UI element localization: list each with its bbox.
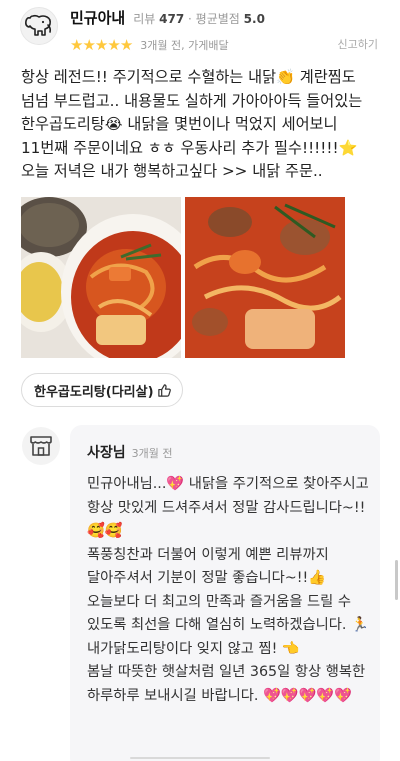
reviewer-info: 민규아내 리뷰 477 · 평균별점 5.0 — [70, 7, 265, 28]
report-button[interactable]: 신고하기 — [338, 36, 378, 52]
elephant-icon — [25, 14, 52, 36]
home-indicator — [130, 757, 270, 759]
review-photo-2[interactable] — [185, 197, 345, 358]
review-meta: 3개월 전, 가게배달 — [140, 38, 229, 52]
review-photo-1[interactable] — [21, 197, 181, 358]
review-photos — [21, 197, 345, 358]
owner-reply-text: 민규아내님...💖 내닭을 주기적으로 찾아주시고 항상 맛있게 드셔주셔서 정… — [87, 476, 369, 704]
review-header: 민규아내 리뷰 477 · 평균별점 5.0 ★★★★★ 3개월 전, 가게배달… — [20, 5, 385, 55]
food-photo-icon — [185, 197, 345, 358]
star-rating: ★★★★★ — [70, 35, 133, 54]
avg-rating-label: 평균별점 — [195, 12, 240, 26]
star-icon: ★ — [82, 36, 95, 54]
reviewer-avatar[interactable] — [20, 7, 58, 45]
star-icon: ★ — [94, 36, 108, 54]
rating-row: ★★★★★ 3개월 전, 가게배달 신고하기 — [70, 35, 385, 54]
review-count-label: 리뷰 — [133, 12, 156, 26]
owner-name: 사장님 — [87, 445, 126, 461]
star-icon: ★ — [70, 36, 83, 54]
stat-separator: · — [188, 12, 196, 26]
owner-reply-header: 사장님 3개월 전 — [87, 442, 173, 462]
review-text: 항상 레전드!! 주기적으로 수혈하는 내닭👏 계란찜도 넘넘 부드럽고.. 내… — [21, 68, 363, 180]
thumbs-up-icon — [157, 383, 171, 397]
store-icon — [30, 436, 52, 456]
star-icon: ★ — [119, 36, 133, 54]
scrollbar[interactable] — [395, 560, 398, 600]
review-count-value: 477 — [159, 12, 185, 26]
reviewer-nickname[interactable]: 민규아내 — [70, 7, 125, 28]
star-icon: ★ — [107, 36, 120, 54]
owner-reply-card: 사장님 3개월 전 민규아내님...💖 내닭을 주기적으로 찾아주시고 항상 맛… — [70, 425, 380, 761]
avg-rating-value: 5.0 — [243, 12, 265, 26]
review-count-stat: 리뷰 477 · 평균별점 5.0 — [133, 10, 265, 27]
owner-avatar — [22, 427, 60, 465]
menu-tag-chip[interactable]: 한우곱도리탕(다리살) — [21, 373, 183, 407]
owner-reply-date: 3개월 전 — [131, 447, 173, 460]
food-photo-icon — [21, 197, 181, 358]
menu-tag-label: 한우곱도리탕(다리살) — [34, 384, 154, 400]
